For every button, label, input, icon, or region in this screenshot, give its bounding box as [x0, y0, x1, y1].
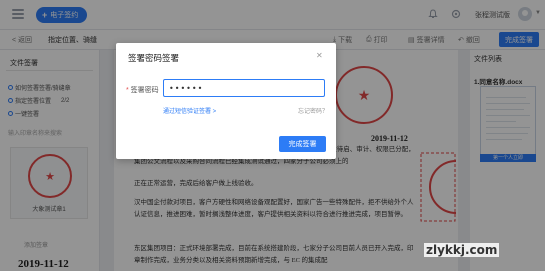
watermark: zlykkj.com — [424, 243, 500, 257]
close-icon[interactable]: ✕ — [316, 51, 323, 60]
finish-sign-button[interactable]: 完成签署 — [279, 136, 326, 152]
password-sign-dialog: 签署密码签署 ✕ * 签署密码 通过短信验证签署 > 忘记密码？ 完成签署 — [116, 43, 336, 159]
password-label-text: 签署密码 — [130, 87, 159, 94]
forgot-password-link[interactable]: 忘记密码？ — [298, 106, 328, 115]
password-label: * 签署密码 — [126, 87, 159, 94]
password-field[interactable] — [163, 79, 325, 97]
dialog-title: 签署密码签署 — [128, 53, 180, 63]
sms-verify-link[interactable]: 通过短信验证签署 > — [163, 106, 216, 115]
